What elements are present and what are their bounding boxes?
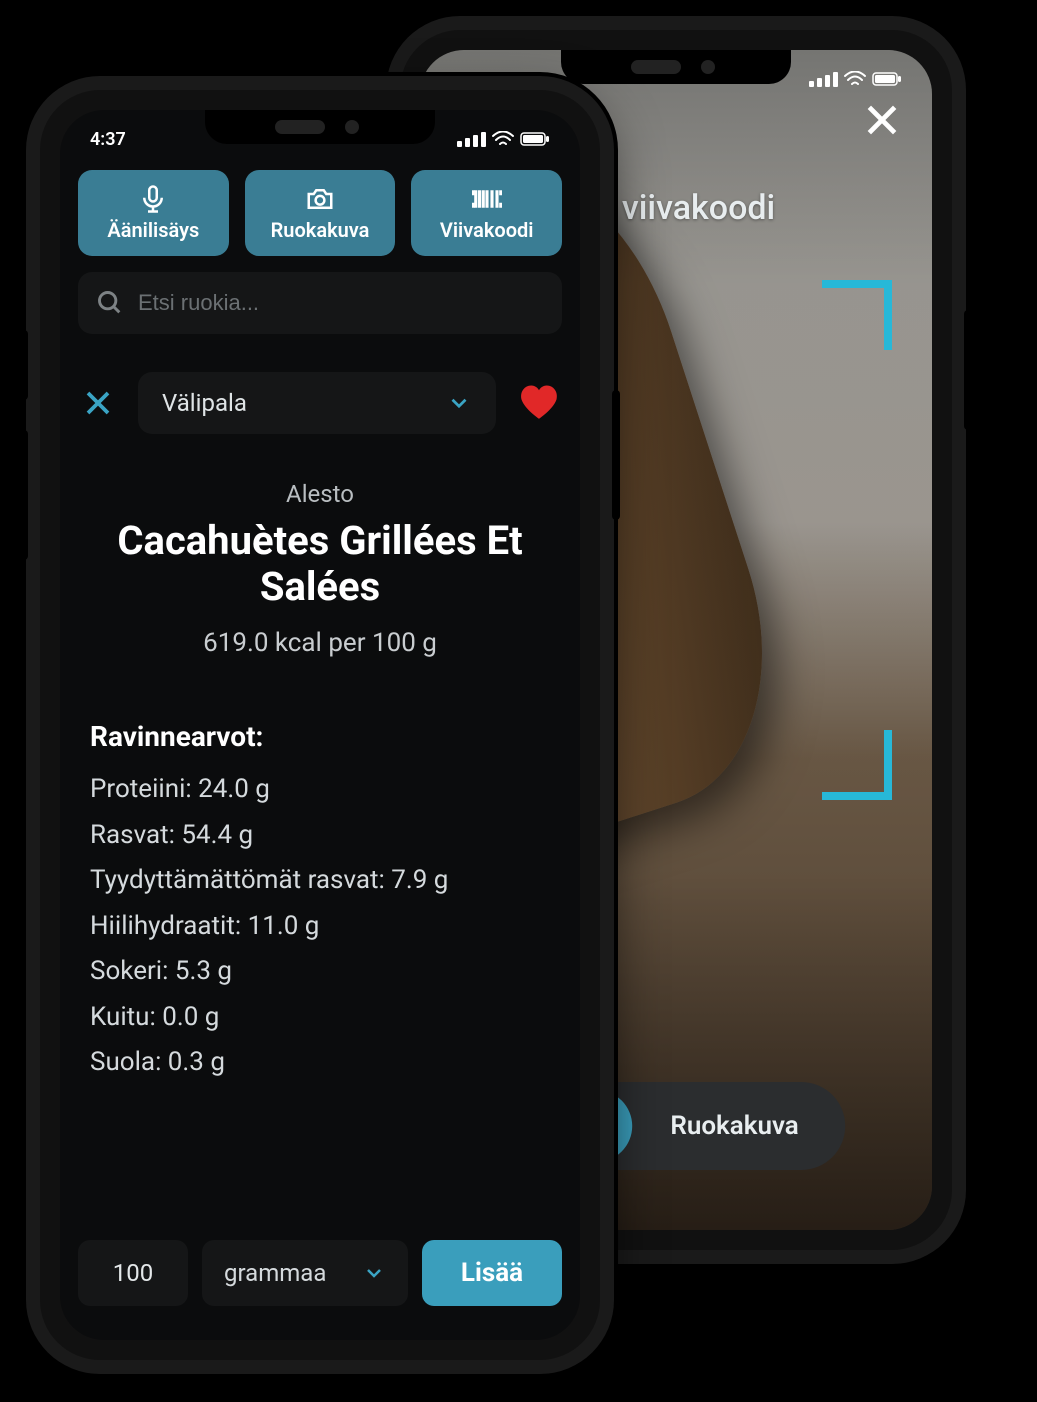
nutrition-line: Sokeri: 5.3 g [90,949,550,995]
search-input[interactable] [138,290,544,316]
pill-label: Ruokakuva [670,1111,798,1141]
food-photo-button[interactable]: Ruokakuva [245,170,396,256]
favorite-button[interactable] [516,380,562,426]
side-button [964,310,972,430]
unit-select[interactable]: grammaa [202,1240,408,1306]
quantity-value: 100 [113,1259,153,1287]
nutrition-line: Proteiini: 24.0 g [90,767,550,813]
nutrition-line: Hiilihydraatit: 11.0 g [90,904,550,950]
barcode-icon [472,184,502,214]
battery-icon [520,132,550,146]
food-brand: Alesto [90,480,550,508]
status-icons [457,131,550,147]
scanner-mode-photo[interactable]: Ruokakuva [632,1090,836,1162]
nutrition-line: Kuitu: 0.0 g [90,995,550,1041]
status-time: 4:37 [450,69,486,90]
side-button [20,430,28,560]
wifi-icon [844,71,866,87]
quantity-input[interactable]: 100 [78,1240,188,1306]
heart-icon [518,382,560,424]
top-actions: Äänilisäys Ruokakuva Viivakoodi [78,170,562,256]
status-icons [809,71,902,87]
add-label: Lisää [461,1258,523,1288]
button-label: Viivakoodi [440,218,534,242]
nutrition-block: Ravinnearvot: Proteiini: 24.0 g Rasvat: … [90,720,550,1086]
chevron-down-icon [362,1261,386,1285]
wifi-icon [492,131,514,147]
signal-icon [809,72,838,87]
close-icon [83,388,113,418]
mic-icon [138,184,168,214]
chevron-down-icon [446,390,472,416]
meal-select[interactable]: Välipala [138,372,496,434]
side-button [612,390,620,520]
nutrition-title: Ravinnearvot: [90,720,550,753]
unit-value: grammaa [224,1259,326,1287]
nutrition-line: Rasvat: 54.4 g [90,813,550,859]
camera-icon [305,184,335,214]
phone-front: 4:37 Äänilisäys Ruokakuva [40,90,600,1360]
dismiss-button[interactable] [78,383,118,423]
scan-frame-corner [822,730,892,800]
status-time: 4:37 [90,129,126,150]
meal-select-value: Välipala [162,389,247,417]
food-header: Alesto Cacahuètes Grillées Et Salées 619… [90,480,550,658]
barcode-button[interactable]: Viivakoodi [411,170,562,256]
signal-icon [457,132,486,147]
food-detail-screen: 4:37 Äänilisäys Ruokakuva [60,110,580,1340]
close-icon [863,101,901,139]
button-label: Ruokakuva [271,218,370,242]
add-button[interactable]: Lisää [422,1240,562,1306]
meal-row: Välipala [78,372,562,434]
voice-add-button[interactable]: Äänilisäys [78,170,229,256]
search-icon [96,289,124,317]
button-label: Äänilisäys [107,218,199,242]
scan-frame-corner [822,280,892,350]
side-button [20,330,28,400]
food-name: Cacahuètes Grillées Et Salées [90,518,550,610]
scanner-close-button[interactable] [858,96,906,144]
kcal-line: 619.0 kcal per 100 g [90,628,550,658]
nutrition-line: Suola: 0.3 g [90,1040,550,1086]
search-bar[interactable] [78,272,562,334]
status-bar: 4:37 [60,124,580,154]
nutrition-line: Tyydyttämättömät rasvat: 7.9 g [90,858,550,904]
bottom-row: 100 grammaa Lisää [78,1240,562,1306]
battery-icon [872,72,902,86]
